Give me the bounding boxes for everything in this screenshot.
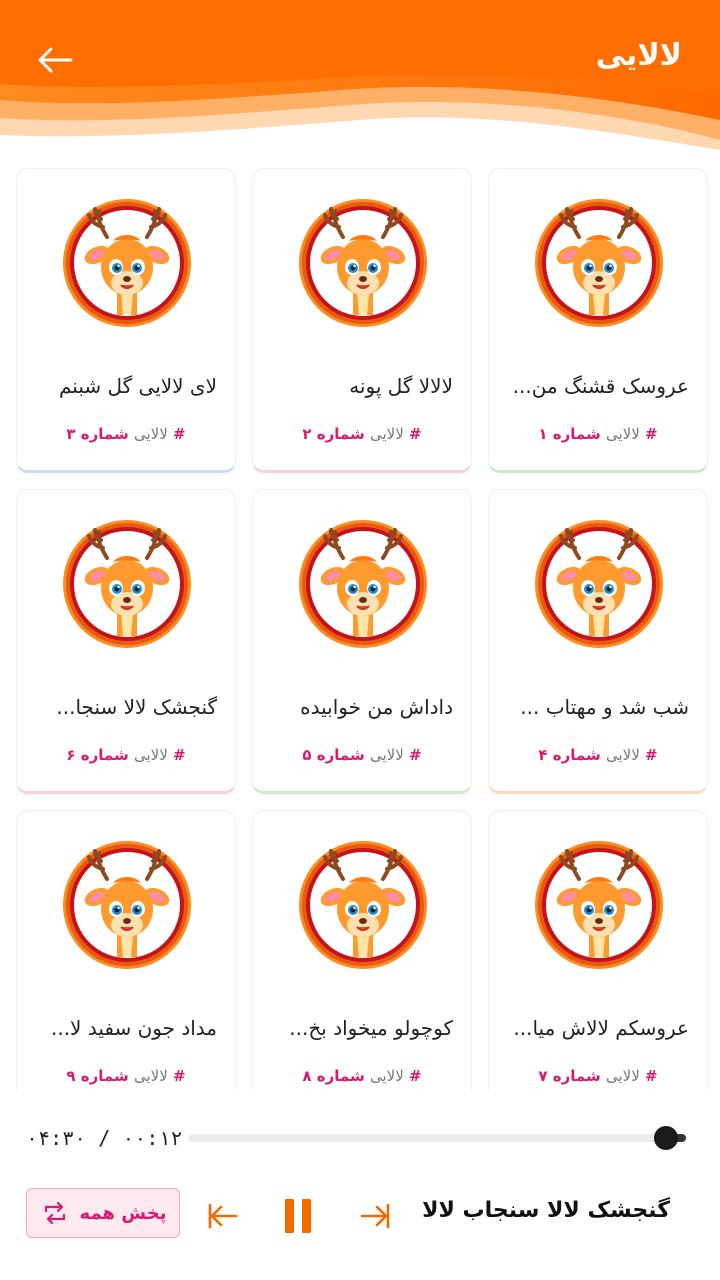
tag-word: لالایی [605, 746, 640, 764]
card-title: لالالا گل پونه [349, 374, 453, 398]
header-wave [0, 0, 720, 150]
tag-number: شماره ۶ [66, 746, 129, 764]
next-icon [360, 1203, 390, 1229]
tag-hash: # [173, 746, 186, 764]
now-playing-title: گنجشک لالا سنجاب لالا [422, 1198, 670, 1223]
card-tag: # لالایی شماره ۶ [17, 746, 235, 764]
seek-handle[interactable] [654, 1126, 678, 1150]
tag-number: شماره ۸ [302, 1067, 365, 1085]
lullaby-card[interactable]: عروسک قشنگ من... # لالایی شماره ۱ [488, 168, 708, 473]
card-title: شب شد و مهتاب ... [520, 695, 689, 719]
tag-number: شماره ۴ [538, 746, 601, 764]
tag-word: لالایی [133, 425, 168, 443]
deer-avatar-icon [61, 197, 193, 329]
card-tag: # لالایی شماره ۱ [489, 425, 707, 443]
deer-avatar-icon [533, 518, 665, 650]
lullaby-card[interactable]: لای لالایی گل شبنم # لالایی شماره ۳ [16, 168, 236, 473]
seek-bar[interactable] [188, 1126, 686, 1150]
tag-word: لالایی [369, 746, 404, 764]
tag-number: شماره ۷ [538, 1067, 601, 1085]
deer-avatar-icon [533, 197, 665, 329]
lullaby-card[interactable]: شب شد و مهتاب ... # لالایی شماره ۴ [488, 489, 708, 794]
card-title: عروسکم لالاش میا... [513, 1016, 689, 1040]
lullaby-card[interactable]: مداد جون سفید لا... # لالایی شماره ۹ [16, 810, 236, 1090]
tag-number: شماره ۲ [302, 425, 365, 443]
lullaby-card[interactable]: داداش من خوابیده # لالایی شماره ۵ [252, 489, 472, 794]
tag-hash: # [645, 425, 658, 443]
tag-hash: # [645, 1067, 658, 1085]
tag-number: شماره ۹ [66, 1067, 129, 1085]
tag-word: لالایی [369, 425, 404, 443]
card-tag: # لالایی شماره ۴ [489, 746, 707, 764]
deer-avatar-icon [61, 839, 193, 971]
next-button[interactable] [354, 1194, 398, 1238]
previous-button[interactable] [200, 1194, 244, 1238]
lullaby-card[interactable]: لالالا گل پونه # لالایی شماره ۲ [252, 168, 472, 473]
play-all-button[interactable]: پخش همه [26, 1188, 180, 1238]
deer-avatar-icon [297, 197, 429, 329]
tag-hash: # [173, 425, 186, 443]
card-title: لای لالایی گل شبنم [59, 374, 217, 398]
card-tag: # لالایی شماره ۷ [489, 1067, 707, 1085]
time-display: ۰۴:۳۰ / ۰۰:۱۲ [26, 1126, 183, 1150]
tag-word: لالایی [369, 1067, 404, 1085]
card-tag: # لالایی شماره ۸ [253, 1067, 471, 1085]
card-tag: # لالایی شماره ۳ [17, 425, 235, 443]
tag-word: لالایی [133, 746, 168, 764]
card-title: گنجشک لالا سنجا... [56, 695, 217, 719]
card-title: داداش من خوابیده [300, 695, 453, 719]
app-header: لالایی [0, 0, 720, 160]
lullaby-grid: عروسک قشنگ من... # لالایی شماره ۱ لالالا… [12, 168, 708, 1090]
audio-player: ۰۴:۳۰ / ۰۰:۱۲ پخش همه گنجشک لالا سنجاب ل… [0, 1090, 720, 1280]
card-tag: # لالایی شماره ۹ [17, 1067, 235, 1085]
back-arrow-icon [38, 47, 73, 73]
tag-word: لالایی [133, 1067, 168, 1085]
tag-hash: # [409, 746, 422, 764]
deer-avatar-icon [297, 518, 429, 650]
lullaby-card[interactable]: عروسکم لالاش میا... # لالایی شماره ۷ [488, 810, 708, 1090]
tag-hash: # [173, 1067, 186, 1085]
lullaby-card[interactable]: کوچولو میخواد بخ... # لالایی شماره ۸ [252, 810, 472, 1090]
tag-word: لالایی [605, 1067, 640, 1085]
card-title: مداد جون سفید لا... [50, 1016, 217, 1040]
play-all-label: پخش همه [79, 1202, 167, 1224]
deer-avatar-icon [61, 518, 193, 650]
pause-button[interactable] [276, 1194, 320, 1238]
card-tag: # لالایی شماره ۲ [253, 425, 471, 443]
previous-icon [208, 1203, 238, 1229]
card-tag: # لالایی شماره ۵ [253, 746, 471, 764]
deer-avatar-icon [297, 839, 429, 971]
deer-avatar-icon [533, 839, 665, 971]
card-title: کوچولو میخواد بخ... [289, 1016, 453, 1040]
tag-number: شماره ۵ [302, 746, 365, 764]
tag-number: شماره ۳ [66, 425, 129, 443]
tag-hash: # [645, 746, 658, 764]
page-title: لالایی [595, 38, 682, 73]
tag-word: لالایی [605, 425, 640, 443]
back-button[interactable] [32, 40, 78, 80]
pause-icon [285, 1199, 311, 1233]
repeat-icon [44, 1201, 65, 1225]
tag-number: شماره ۱ [538, 425, 601, 443]
tag-hash: # [409, 1067, 422, 1085]
lullaby-card[interactable]: گنجشک لالا سنجا... # لالایی شماره ۶ [16, 489, 236, 794]
card-title: عروسک قشنگ من... [512, 374, 689, 398]
tag-hash: # [409, 425, 422, 443]
